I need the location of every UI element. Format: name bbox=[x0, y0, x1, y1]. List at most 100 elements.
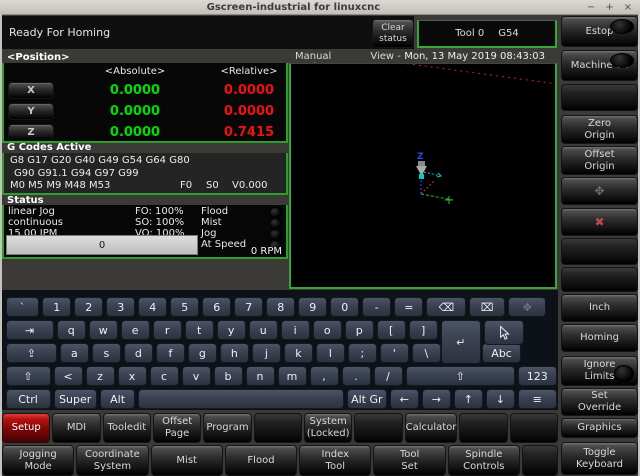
key-m[interactable]: m bbox=[278, 366, 307, 386]
key-l[interactable]: l bbox=[316, 343, 345, 363]
key-minus[interactable]: - bbox=[362, 297, 391, 317]
key-s[interactable]: s bbox=[92, 343, 121, 363]
sidebar-blank-3-button[interactable] bbox=[561, 267, 638, 292]
key-less-than[interactable]: < bbox=[54, 366, 83, 386]
key-8[interactable]: 8 bbox=[266, 297, 295, 317]
mdi-button[interactable]: MDI bbox=[52, 413, 100, 443]
key-bracket-right[interactable]: ] bbox=[409, 320, 438, 340]
key-1[interactable]: 1 bbox=[42, 297, 71, 317]
key-k[interactable]: k bbox=[284, 343, 313, 363]
key-v[interactable]: v bbox=[182, 366, 211, 386]
sidebar-graphics-button[interactable]: Graphics bbox=[561, 418, 638, 438]
key-slash[interactable]: / bbox=[374, 366, 403, 386]
offset-page-button[interactable]: OffsetPage bbox=[153, 413, 201, 443]
delete-key[interactable]: ⌧ bbox=[469, 297, 504, 317]
altgr-key[interactable]: Alt Gr bbox=[347, 389, 387, 409]
key-bracket-left[interactable]: [ bbox=[377, 320, 406, 340]
key-backslash[interactable]: \ bbox=[412, 343, 441, 363]
key-t[interactable]: t bbox=[185, 320, 214, 340]
sidebar-blank-1-button[interactable] bbox=[561, 84, 638, 111]
alt-key[interactable]: Alt bbox=[100, 389, 135, 409]
key-6[interactable]: 6 bbox=[202, 297, 231, 317]
key-o[interactable]: o bbox=[313, 320, 342, 340]
system-locked-button[interactable]: System(Locked) bbox=[304, 413, 352, 443]
ctrl-key[interactable]: Ctrl bbox=[6, 389, 51, 409]
sidebar-offset-origin-button[interactable]: OffsetOrigin bbox=[561, 146, 638, 175]
key-d[interactable]: d bbox=[124, 343, 153, 363]
key-q[interactable]: q bbox=[57, 320, 86, 340]
axis-x-button[interactable]: X bbox=[8, 82, 54, 99]
key-y[interactable]: y bbox=[217, 320, 246, 340]
arrow-left-key[interactable]: ← bbox=[390, 389, 419, 409]
key-r[interactable]: r bbox=[153, 320, 182, 340]
blank-e-button[interactable] bbox=[522, 445, 558, 476]
caps-lock-key[interactable]: ⇪ bbox=[6, 343, 57, 363]
key-semicolon[interactable]: ; bbox=[348, 343, 377, 363]
super-key[interactable]: Super bbox=[54, 389, 97, 409]
key-2[interactable]: 2 bbox=[74, 297, 103, 317]
sidebar-homing-button[interactable]: Homing bbox=[561, 324, 638, 352]
clear-status-button[interactable]: Clear status bbox=[372, 19, 414, 48]
gremlin-preview[interactable]: Z bbox=[289, 63, 557, 289]
tool-set-button[interactable]: ToolSet bbox=[373, 445, 445, 476]
tooledit-button[interactable]: Tooledit bbox=[103, 413, 151, 443]
key-f[interactable]: f bbox=[156, 343, 185, 363]
numeric-layout-key[interactable]: 123 bbox=[518, 366, 557, 386]
sidebar-estop-button[interactable]: Estop bbox=[561, 16, 638, 47]
key-z[interactable]: z bbox=[86, 366, 115, 386]
key-quote[interactable]: ' bbox=[380, 343, 409, 363]
sidebar-unhome-button[interactable]: ✖ bbox=[561, 208, 638, 236]
enter-key[interactable]: ↵ bbox=[441, 320, 481, 364]
key-comma[interactable]: , bbox=[310, 366, 339, 386]
key-u[interactable]: u bbox=[249, 320, 278, 340]
key-5[interactable]: 5 bbox=[170, 297, 199, 317]
key-x[interactable]: x bbox=[118, 366, 147, 386]
spindle-controls-button[interactable]: SpindleControls bbox=[448, 445, 520, 476]
key-n[interactable]: n bbox=[246, 366, 275, 386]
setup-button[interactable]: Setup bbox=[2, 413, 50, 443]
sidebar-blank-2-button[interactable] bbox=[561, 238, 638, 265]
key-0[interactable]: 0 bbox=[330, 297, 359, 317]
sidebar-zero-origin-button[interactable]: ZeroOrigin bbox=[561, 115, 638, 144]
calculator-button[interactable]: Calculator bbox=[405, 413, 458, 443]
blank-b-button[interactable] bbox=[354, 413, 402, 443]
key-9[interactable]: 9 bbox=[298, 297, 327, 317]
blank-c-button[interactable] bbox=[459, 413, 507, 443]
space-key[interactable] bbox=[138, 389, 343, 409]
sidebar-ignore-limits-button[interactable]: IgnoreLimits bbox=[561, 356, 638, 386]
blank-a-button[interactable] bbox=[254, 413, 302, 443]
axis-y-button[interactable]: Y bbox=[8, 103, 54, 120]
key-3[interactable]: 3 bbox=[106, 297, 135, 317]
sidebar-machine-on-button[interactable]: Machine on bbox=[561, 50, 638, 81]
jogging-mode-button[interactable]: JoggingMode bbox=[2, 445, 74, 476]
arrow-down-key[interactable]: ↓ bbox=[486, 389, 515, 409]
move-key[interactable]: ✥ bbox=[508, 297, 547, 317]
blank-d-button[interactable] bbox=[510, 413, 558, 443]
key-a[interactable]: a bbox=[60, 343, 89, 363]
sidebar-toggle-keyboard-button[interactable]: ToggleKeyboard bbox=[561, 442, 638, 475]
flood-button[interactable]: Flood bbox=[225, 445, 297, 476]
shift-right-key[interactable]: ⇧ bbox=[406, 366, 515, 386]
pointer-key[interactable] bbox=[484, 320, 524, 345]
coordinate-system-button[interactable]: CoordinateSystem bbox=[76, 445, 148, 476]
arrow-up-key[interactable]: ↑ bbox=[454, 389, 483, 409]
key-backtick[interactable]: ` bbox=[6, 297, 40, 317]
key-b[interactable]: b bbox=[214, 366, 243, 386]
key-g[interactable]: g bbox=[188, 343, 217, 363]
axis-z-button[interactable]: Z bbox=[8, 124, 54, 141]
key-e[interactable]: e bbox=[121, 320, 150, 340]
key-w[interactable]: w bbox=[89, 320, 118, 340]
shift-left-key[interactable]: ⇧ bbox=[6, 366, 51, 386]
sidebar-inch-button[interactable]: Inch bbox=[561, 294, 638, 322]
key-j[interactable]: j bbox=[252, 343, 281, 363]
program-button[interactable]: Program bbox=[203, 413, 251, 443]
arrow-right-key[interactable]: → bbox=[422, 389, 451, 409]
key-4[interactable]: 4 bbox=[138, 297, 167, 317]
sidebar-set-override-button[interactable]: SetOverride bbox=[561, 388, 638, 416]
sidebar-move-button[interactable]: ✥ bbox=[561, 177, 638, 205]
abc-key[interactable]: Abc bbox=[482, 343, 521, 363]
mist-button[interactable]: Mist bbox=[151, 445, 223, 476]
key-p[interactable]: p bbox=[345, 320, 374, 340]
key-i[interactable]: i bbox=[281, 320, 310, 340]
key-h[interactable]: h bbox=[220, 343, 249, 363]
